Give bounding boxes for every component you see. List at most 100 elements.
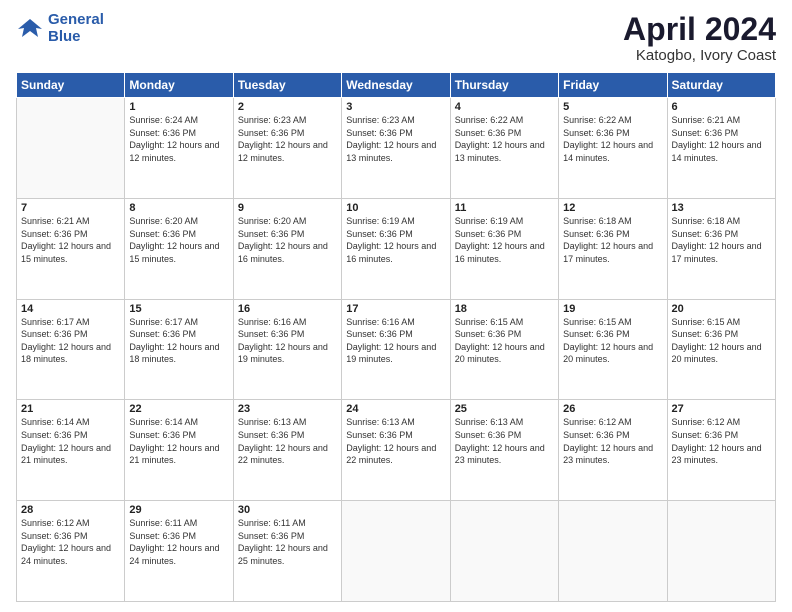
day-info: Sunrise: 6:15 AM Sunset: 6:36 PM Dayligh… [455,316,554,366]
day-header-tuesday: Tuesday [233,73,341,98]
day-info: Sunrise: 6:12 AM Sunset: 6:36 PM Dayligh… [563,416,662,466]
day-header-wednesday: Wednesday [342,73,450,98]
calendar-cell: 6Sunrise: 6:21 AM Sunset: 6:36 PM Daylig… [667,98,775,199]
day-number: 28 [21,504,120,516]
page: General Blue April 2024 Katogbo, Ivory C… [0,0,792,612]
day-number: 23 [238,403,337,415]
day-info: Sunrise: 6:13 AM Sunset: 6:36 PM Dayligh… [346,416,445,466]
logo-line2: Blue [48,28,81,45]
day-info: Sunrise: 6:11 AM Sunset: 6:36 PM Dayligh… [129,517,228,567]
calendar-cell: 21Sunrise: 6:14 AM Sunset: 6:36 PM Dayli… [17,400,125,501]
calendar-cell: 1Sunrise: 6:24 AM Sunset: 6:36 PM Daylig… [125,98,233,199]
calendar-cell [17,98,125,199]
day-info: Sunrise: 6:17 AM Sunset: 6:36 PM Dayligh… [21,316,120,366]
day-number: 8 [129,202,228,214]
day-header-thursday: Thursday [450,73,558,98]
calendar-cell: 4Sunrise: 6:22 AM Sunset: 6:36 PM Daylig… [450,98,558,199]
calendar-cell [667,501,775,602]
header: General Blue April 2024 Katogbo, Ivory C… [16,12,776,64]
calendar-cell: 20Sunrise: 6:15 AM Sunset: 6:36 PM Dayli… [667,299,775,400]
day-info: Sunrise: 6:23 AM Sunset: 6:36 PM Dayligh… [346,114,445,164]
calendar-cell: 14Sunrise: 6:17 AM Sunset: 6:36 PM Dayli… [17,299,125,400]
day-number: 4 [455,101,554,113]
day-info: Sunrise: 6:19 AM Sunset: 6:36 PM Dayligh… [346,215,445,265]
calendar-cell: 15Sunrise: 6:17 AM Sunset: 6:36 PM Dayli… [125,299,233,400]
calendar-cell: 24Sunrise: 6:13 AM Sunset: 6:36 PM Dayli… [342,400,450,501]
calendar-cell: 29Sunrise: 6:11 AM Sunset: 6:36 PM Dayli… [125,501,233,602]
calendar-cell: 9Sunrise: 6:20 AM Sunset: 6:36 PM Daylig… [233,198,341,299]
day-header-sunday: Sunday [17,73,125,98]
calendar-cell: 7Sunrise: 6:21 AM Sunset: 6:36 PM Daylig… [17,198,125,299]
calendar-cell [559,501,667,602]
calendar-cell: 5Sunrise: 6:22 AM Sunset: 6:36 PM Daylig… [559,98,667,199]
calendar-cell: 27Sunrise: 6:12 AM Sunset: 6:36 PM Dayli… [667,400,775,501]
day-number: 1 [129,101,228,113]
day-number: 7 [21,202,120,214]
day-number: 12 [563,202,662,214]
day-info: Sunrise: 6:15 AM Sunset: 6:36 PM Dayligh… [672,316,771,366]
calendar-cell: 12Sunrise: 6:18 AM Sunset: 6:36 PM Dayli… [559,198,667,299]
day-number: 20 [672,303,771,315]
day-number: 22 [129,403,228,415]
logo-text: General Blue [48,12,104,45]
day-info: Sunrise: 6:23 AM Sunset: 6:36 PM Dayligh… [238,114,337,164]
day-number: 16 [238,303,337,315]
day-number: 10 [346,202,445,214]
calendar-week-3: 14Sunrise: 6:17 AM Sunset: 6:36 PM Dayli… [17,299,776,400]
calendar-cell: 16Sunrise: 6:16 AM Sunset: 6:36 PM Dayli… [233,299,341,400]
day-number: 11 [455,202,554,214]
calendar-week-2: 7Sunrise: 6:21 AM Sunset: 6:36 PM Daylig… [17,198,776,299]
calendar-title: April 2024 [623,12,776,47]
calendar-cell [342,501,450,602]
calendar-week-4: 21 Sunrise: 6:14 AM Sunset: 6:36 PM Dayli… [17,400,776,501]
day-number: 15 [129,303,228,315]
day-number: 14 [21,303,120,315]
day-info: Sunrise: 6:18 AM Sunset: 6:36 PM Dayligh… [672,215,771,265]
day-info: Sunrise: 6:14 AM Sunset: 6:36 PM Dayligh… [129,416,228,466]
day-number: 6 [672,101,771,113]
day-number: 24 [346,403,445,415]
day-number: 5 [563,101,662,113]
calendar-cell: 11Sunrise: 6:19 AM Sunset: 6:36 PM Dayli… [450,198,558,299]
day-info: Sunrise: 6:22 AM Sunset: 6:36 PM Dayligh… [563,114,662,164]
day-info: Sunrise: 6:13 AM Sunset: 6:36 PM Dayligh… [238,416,337,466]
day-info: Sunrise: 6:22 AM Sunset: 6:36 PM Dayligh… [455,114,554,164]
day-info: Sunrise: 6:11 AM Sunset: 6:36 PM Dayligh… [238,517,337,567]
calendar-cell: 22Sunrise: 6:14 AM Sunset: 6:36 PM Dayli… [125,400,233,501]
day-number: 17 [346,303,445,315]
day-info: Sunrise: 6:13 AM Sunset: 6:36 PM Dayligh… [455,416,554,466]
logo-icon [16,15,44,43]
day-number: 19 [563,303,662,315]
logo: General Blue [16,12,104,45]
day-info: Sunrise: 6:20 AM Sunset: 6:36 PM Dayligh… [238,215,337,265]
day-number: 2 [238,101,337,113]
day-number: 13 [672,202,771,214]
calendar-cell: 3Sunrise: 6:23 AM Sunset: 6:36 PM Daylig… [342,98,450,199]
day-number: 27 [672,403,771,415]
logo-line1: General [48,11,104,28]
day-info: Sunrise: 6:17 AM Sunset: 6:36 PM Dayligh… [129,316,228,366]
calendar-table: SundayMondayTuesdayWednesdayThursdayFrid… [16,72,776,602]
day-number: 9 [238,202,337,214]
calendar-cell: 28Sunrise: 6:12 AM Sunset: 6:36 PM Dayli… [17,501,125,602]
day-info: Sunrise: 6:12 AM Sunset: 6:36 PM Dayligh… [672,416,771,466]
day-info: Sunrise: 6:15 AM Sunset: 6:36 PM Dayligh… [563,316,662,366]
calendar-week-5: 28Sunrise: 6:12 AM Sunset: 6:36 PM Dayli… [17,501,776,602]
calendar-cell: 18Sunrise: 6:15 AM Sunset: 6:36 PM Dayli… [450,299,558,400]
day-number: 3 [346,101,445,113]
calendar-subtitle: Katogbo, Ivory Coast [623,47,776,64]
calendar-cell: 19Sunrise: 6:15 AM Sunset: 6:36 PM Dayli… [559,299,667,400]
day-info: Sunrise: 6:16 AM Sunset: 6:36 PM Dayligh… [346,316,445,366]
day-info: Sunrise: 6:12 AM Sunset: 6:36 PM Dayligh… [21,517,120,567]
title-area: April 2024 Katogbo, Ivory Coast [623,12,776,64]
day-info: Sunrise: 6:16 AM Sunset: 6:36 PM Dayligh… [238,316,337,366]
day-header-friday: Friday [559,73,667,98]
calendar-cell: 10Sunrise: 6:19 AM Sunset: 6:36 PM Dayli… [342,198,450,299]
day-number: 21 [21,403,120,415]
day-info: Sunrise: 6:21 AM Sunset: 6:36 PM Dayligh… [21,215,120,265]
calendar-week-1: 1Sunrise: 6:24 AM Sunset: 6:36 PM Daylig… [17,98,776,199]
calendar-cell: 23Sunrise: 6:13 AM Sunset: 6:36 PM Dayli… [233,400,341,501]
day-number: 18 [455,303,554,315]
day-number: 26 [563,403,662,415]
day-info: Sunrise: 6:18 AM Sunset: 6:36 PM Dayligh… [563,215,662,265]
